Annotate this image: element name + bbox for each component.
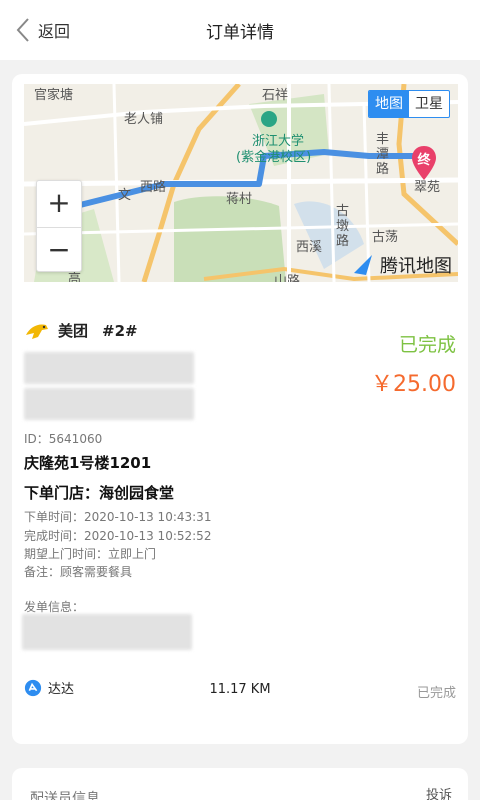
store-name: 下单门店：海创园食堂 — [24, 484, 175, 502]
page-title: 订单详情 — [206, 23, 274, 43]
route-map[interactable]: 官家塘 老人铺 石祥 浙江大学 (紫金港校区) 西路 文 蒋村 丰潭路 翠苑 古… — [24, 84, 458, 282]
map-type-satellite[interactable]: 卫星 — [409, 91, 449, 117]
delivery-status: 已完成 — [416, 686, 456, 701]
map-label-gudang: 古荡 — [372, 230, 399, 245]
expected-time: 期望上门时间：立即上门 — [24, 547, 157, 561]
zoom-in-button[interactable]: + — [37, 181, 81, 227]
redacted-sender-info — [22, 614, 192, 650]
map-label-guanjiatang: 官家塘 — [34, 88, 74, 103]
platform-row: 美团 #2# — [24, 320, 138, 341]
order-status: 已完成 — [398, 334, 456, 356]
map-label-xilu: 西路 — [140, 180, 167, 195]
platform-name: 美团 — [58, 322, 89, 340]
order-price: ￥25.00 — [371, 372, 456, 397]
map-label-gudunlu: 古墩路 — [336, 204, 350, 249]
tencent-map-logo-icon — [354, 255, 372, 275]
map-type-toggle[interactable]: 地图 卫星 — [368, 90, 450, 118]
map-type-map[interactable]: 地图 — [369, 91, 409, 117]
map-label-laorenpu: 老人铺 — [124, 112, 164, 127]
top-bar: 返回 订单详情 — [0, 0, 480, 60]
courier-section-title: 配送员信息 — [30, 791, 100, 800]
complaint-link[interactable]: 投诉 — [426, 784, 452, 800]
order-number: #2# — [102, 321, 138, 340]
map-label-shixiang: 石祥 — [262, 88, 289, 103]
complete-time: 完成时间：2020-10-13 10:52:52 — [24, 529, 212, 543]
delivery-address: 庆隆苑1号楼1201 — [24, 454, 152, 472]
map-label-fengtanlu: 丰潭路 — [376, 132, 390, 177]
zoom-out-button[interactable]: − — [37, 227, 81, 273]
delivery-row: 达达 11.17 KM 已完成 — [24, 678, 456, 702]
map-label-shanlu: 山路 — [274, 274, 301, 282]
order-time: 下单时间：2020-10-13 10:43:31 — [24, 510, 212, 524]
map-provider-name: 腾讯地图 — [380, 256, 452, 277]
map-provider-logo: 腾讯地图 — [352, 252, 452, 278]
redacted-customer-phone — [24, 388, 194, 420]
order-note: 备注：顾客需要餐具 — [24, 565, 133, 579]
sender-info-label: 发单信息： — [24, 600, 85, 614]
end-marker-label: 终 — [417, 153, 431, 168]
map-label-wen: 文 — [118, 188, 132, 203]
courier-info-card: 配送员信息 投诉 — [12, 768, 468, 800]
zoom-control: + − — [36, 180, 82, 272]
delivery-distance: 11.17 KM — [209, 682, 271, 697]
redacted-customer-name — [24, 352, 194, 384]
meituan-kangaroo-icon — [26, 323, 48, 339]
map-label-zju-campus: (紫金港校区) — [236, 150, 312, 165]
order-card: 官家塘 老人铺 石祥 浙江大学 (紫金港校区) 西路 文 蒋村 丰潭路 翠苑 古… — [12, 74, 468, 744]
map-pin-icon[interactable]: 终 — [410, 144, 438, 182]
order-id: ID：5641060 — [24, 432, 103, 446]
map-label-xixi: 西溪 — [296, 240, 323, 255]
map-label-jiangcun: 蒋村 — [226, 192, 253, 207]
